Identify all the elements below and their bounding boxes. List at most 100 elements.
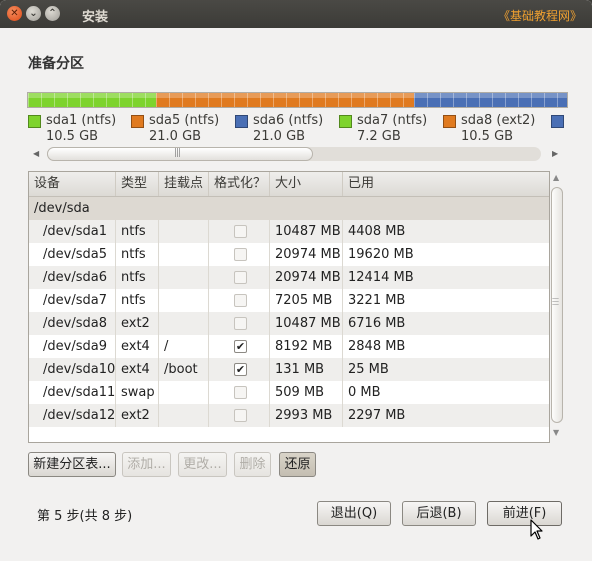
column-header-format[interactable]: 格式化？: [209, 172, 270, 196]
legend-name: sda7 (ntfs): [357, 113, 428, 128]
delete-partition-button[interactable]: 删除: [234, 452, 271, 477]
cell-size: 10487 MB: [270, 312, 343, 335]
color-swatch: [443, 115, 456, 128]
format-checkbox[interactable]: ✔: [234, 363, 247, 376]
table-row[interactable]: /dev/sda7 ntfs 7205 MB 3221 MB: [29, 289, 549, 312]
legend-name: sda6 (ntfs): [253, 113, 324, 128]
change-partition-button[interactable]: 更改...: [178, 452, 227, 477]
legend-name: sda5 (ntfs): [149, 113, 220, 128]
cell-size: 509 MB: [270, 381, 343, 404]
column-header-size[interactable]: 大小: [270, 172, 343, 196]
cell-type: ext2: [116, 404, 159, 427]
table-row[interactable]: /dev/sda1 ntfs 10487 MB 4408 MB: [29, 220, 549, 243]
color-swatch: [339, 115, 352, 128]
table-row[interactable]: /dev/sda8 ext2 10487 MB 6716 MB: [29, 312, 549, 335]
new-partition-table-button[interactable]: 新建分区表...: [28, 452, 116, 477]
format-checkbox[interactable]: [234, 317, 247, 330]
legend-size: 7.2 GB: [357, 129, 401, 144]
back-button[interactable]: 后退(B): [402, 501, 476, 526]
mouse-cursor-icon: [530, 519, 543, 540]
cell-used: 19620 MB: [348, 247, 414, 262]
scroll-up-icon[interactable]: ▲: [553, 173, 559, 182]
cell-size: 8192 MB: [270, 335, 343, 358]
cell-type: ntfs: [116, 289, 159, 312]
cell-used: 25 MB: [348, 362, 389, 377]
cell-device: /dev/sda9: [29, 335, 116, 358]
format-checkbox[interactable]: [234, 409, 247, 422]
watermark: 《基础教程网》: [497, 9, 582, 23]
step-indicator: 第 5 步(共 8 步): [37, 509, 133, 524]
add-partition-button[interactable]: 添加...: [122, 452, 171, 477]
table-header: 设备 类型 挂载点 格式化？ 大小 已用: [29, 172, 549, 197]
close-icon[interactable]: ✕: [7, 6, 22, 21]
color-swatch: [235, 115, 248, 128]
column-header-mount[interactable]: 挂载点: [159, 172, 209, 196]
table-row[interactable]: /dev/sda5 ntfs 20974 MB 19620 MB: [29, 243, 549, 266]
table-row[interactable]: /dev/sda11 swap 509 MB 0 MB: [29, 381, 549, 404]
cell-used: 2848 MB: [348, 339, 406, 354]
partition-segment-sda1: [28, 93, 156, 107]
cell-device: /dev/sda10: [29, 358, 116, 381]
cell-type: ext4: [116, 358, 159, 381]
partition-segment-sda6: [414, 93, 567, 107]
cell-size: 20974 MB: [270, 266, 343, 289]
cell-format: [209, 220, 270, 243]
grip-icon: — — —: [552, 294, 559, 308]
forward-button[interactable]: 前进(F): [487, 501, 562, 526]
cell-format: [209, 404, 270, 427]
table-row[interactable]: /dev/sda6 ntfs 20974 MB 12414 MB: [29, 266, 549, 289]
cell-device: /dev/sda1: [29, 220, 116, 243]
scroll-right-icon[interactable]: ▶: [552, 149, 558, 158]
table-row[interactable]: /dev/sda9 ext4/ ✔ 8192 MB 2848 MB: [29, 335, 549, 358]
cell-mount: [159, 404, 209, 427]
cell-type: ext4: [116, 335, 159, 358]
scroll-down-icon[interactable]: ▼: [553, 428, 559, 437]
cell-device: /dev/sda12: [29, 404, 116, 427]
cell-used: 2297 MB: [348, 408, 406, 423]
color-swatch: [131, 115, 144, 128]
legend-horizontal-scrollbar[interactable]: ◀ ||| ▶: [33, 146, 559, 164]
cell-used: 3221 MB: [348, 293, 406, 308]
maximize-icon[interactable]: ⌃: [45, 6, 60, 21]
cell-mount: /boot: [159, 358, 209, 381]
table-row[interactable]: /dev/sda12 ext2 2993 MB 2297 MB: [29, 404, 549, 427]
format-checkbox[interactable]: [234, 271, 247, 284]
cell-mount: [159, 312, 209, 335]
format-checkbox[interactable]: [234, 248, 247, 261]
cell-type: ext2: [116, 312, 159, 335]
cell-used: 4408 MB: [348, 224, 406, 239]
revert-button[interactable]: 还原: [279, 452, 316, 477]
column-header-type[interactable]: 类型: [116, 172, 159, 196]
cell-size: 2993 MB: [270, 404, 343, 427]
minimize-icon[interactable]: ⌄: [26, 6, 41, 21]
column-header-used[interactable]: 已用: [343, 172, 549, 196]
group-device: /dev/sda: [34, 201, 90, 216]
format-checkbox[interactable]: ✔: [234, 340, 247, 353]
scroll-thumb[interactable]: |||: [47, 147, 313, 161]
cell-size: 10487 MB: [270, 220, 343, 243]
table-row[interactable]: /dev/sda10 ext4/boot ✔ 131 MB 25 MB: [29, 358, 549, 381]
legend-name: sda1 (ntfs): [46, 113, 117, 128]
cell-used: 12414 MB: [348, 270, 414, 285]
table-row-group[interactable]: /dev/sda: [29, 197, 549, 220]
color-swatch: [28, 115, 41, 128]
cell-used: 0 MB: [348, 385, 381, 400]
cell-format: ✔: [209, 358, 270, 381]
quit-button[interactable]: 退出(Q): [317, 501, 391, 526]
partition-table: 设备 类型 挂载点 格式化？ 大小 已用 /dev/sda /dev/sda1 n…: [28, 171, 550, 443]
cell-format: [209, 312, 270, 335]
legend-size: 21.0 GB: [149, 129, 202, 144]
cell-mount: [159, 266, 209, 289]
cell-mount: [159, 220, 209, 243]
format-checkbox[interactable]: [234, 294, 247, 307]
table-vertical-scrollbar[interactable]: ▲ — — — ▼: [549, 171, 565, 443]
legend-size: 10.5 GB: [46, 129, 99, 144]
cell-type: ntfs: [116, 243, 159, 266]
format-checkbox[interactable]: [234, 225, 247, 238]
scroll-left-icon[interactable]: ◀: [33, 149, 39, 158]
cell-device: /dev/sda8: [29, 312, 116, 335]
format-checkbox[interactable]: [234, 386, 247, 399]
cell-format: [209, 243, 270, 266]
cell-device: /dev/sda11: [29, 381, 116, 404]
column-header-device[interactable]: 设备: [29, 172, 116, 196]
